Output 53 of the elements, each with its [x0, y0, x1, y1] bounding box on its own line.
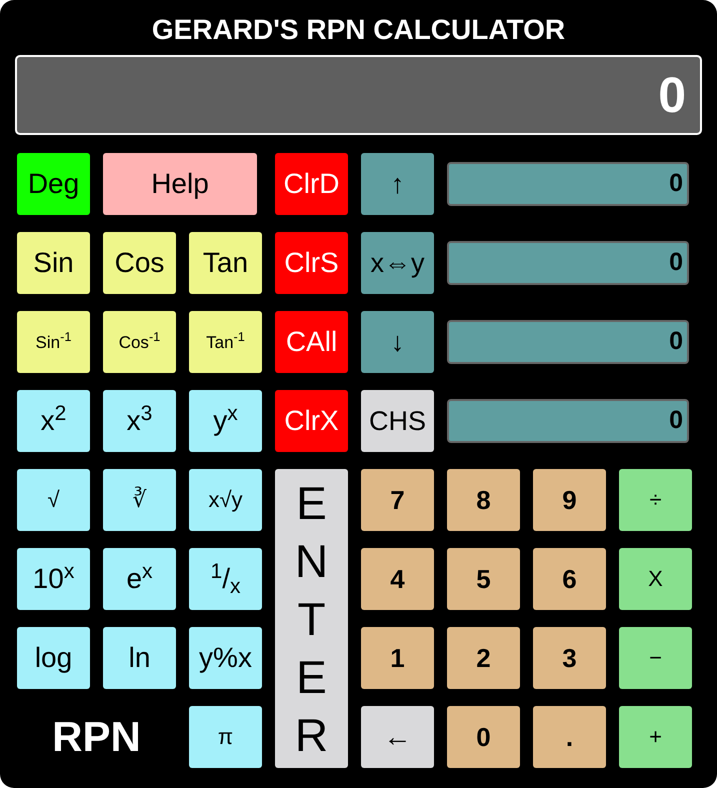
clear-key[interactable]: ClrD [275, 153, 348, 215]
change-sign-key[interactable]: CHS [361, 390, 434, 452]
stack-register: 0 [447, 320, 689, 364]
digit-key[interactable]: 7 [361, 469, 434, 531]
main-display: 0 [15, 55, 702, 135]
trig-key[interactable]: Tan [189, 232, 262, 294]
digit-key[interactable]: 5 [447, 548, 520, 610]
operator-key[interactable]: ÷ [619, 469, 692, 531]
inverse-trig-key[interactable]: Sin$^{-1}$ [17, 311, 90, 373]
stack-register: 0 [447, 241, 689, 285]
root-key[interactable]: ∛ [103, 469, 176, 531]
function-key[interactable]: x$^{2}$ [17, 390, 90, 452]
function-key[interactable]: $^{1}$/$_{x}$ [189, 548, 262, 610]
digit-key[interactable]: 0 [447, 706, 520, 768]
inverse-trig-key[interactable]: Tan$^{-1}$ [189, 311, 262, 373]
digit-key[interactable]: 8 [447, 469, 520, 531]
backspace-key[interactable]: ← [361, 706, 434, 768]
digit-key[interactable]: 2 [447, 627, 520, 689]
clear-key[interactable]: CAll [275, 311, 348, 373]
function-key[interactable]: x$^{3}$ [103, 390, 176, 452]
trig-key[interactable]: Sin [17, 232, 90, 294]
root-key[interactable]: x√y [189, 469, 262, 531]
help-button[interactable]: Help [103, 153, 257, 215]
calculator-title: GERARD'S RPN CALCULATOR [152, 14, 566, 46]
digit-key[interactable]: 4 [361, 548, 434, 610]
stack-register: 0 [447, 162, 689, 206]
stack-register: 0 [447, 399, 689, 443]
function-key[interactable]: 10$^{x}$ [17, 548, 90, 610]
operator-key[interactable]: X [619, 548, 692, 610]
stack-key[interactable]: x⇔y [361, 232, 434, 294]
operator-key[interactable]: − [619, 627, 692, 689]
function-key[interactable]: e$^{x}$ [103, 548, 176, 610]
function-key[interactable]: y$^{x}$ [189, 390, 262, 452]
stack-key[interactable]: ↑ [361, 153, 434, 215]
trig-key[interactable]: Cos [103, 232, 176, 294]
rpn-label: RPN [52, 716, 141, 758]
digit-key[interactable]: 1 [361, 627, 434, 689]
operator-key[interactable]: + [619, 706, 692, 768]
clear-key[interactable]: ClrX [275, 390, 348, 452]
inverse-trig-key[interactable]: Cos$^{-1}$ [103, 311, 176, 373]
digit-key[interactable]: 9 [533, 469, 606, 531]
pi-key[interactable]: π [189, 706, 262, 768]
root-key[interactable]: √ [17, 469, 90, 531]
enter-key[interactable]: ENTER [275, 469, 348, 768]
mode-key[interactable]: Deg [17, 153, 90, 215]
digit-key[interactable]: 6 [533, 548, 606, 610]
digit-key[interactable]: 3 [533, 627, 606, 689]
function-key[interactable]: log [17, 627, 90, 689]
function-key[interactable]: y%x [189, 627, 262, 689]
stack-key[interactable]: ↓ [361, 311, 434, 373]
clear-key[interactable]: ClrS [275, 232, 348, 294]
digit-key[interactable]: . [533, 706, 606, 768]
function-key[interactable]: ln [103, 627, 176, 689]
